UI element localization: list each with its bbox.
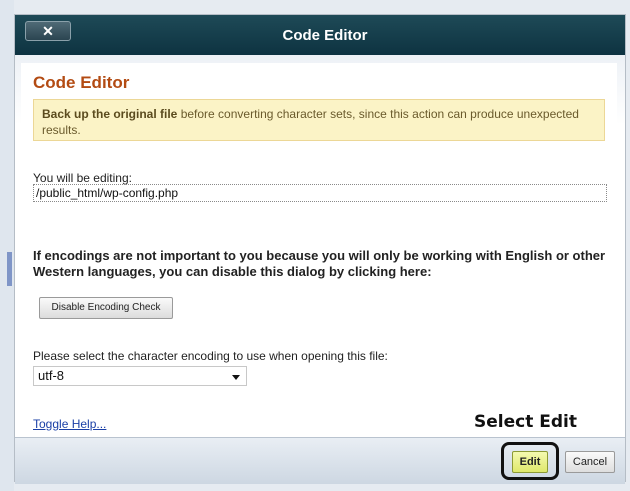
- warning-bold-text: Back up the original file: [42, 107, 178, 121]
- encoding-message: If encodings are not important to you be…: [33, 248, 606, 279]
- warning-box: Back up the original file before convert…: [33, 99, 605, 141]
- background-marker: [7, 252, 12, 286]
- select-edit-callout: Select Edit: [474, 412, 577, 432]
- dialog-title: Code Editor: [282, 26, 368, 44]
- dialog-footer: Edit Cancel: [15, 437, 625, 484]
- toggle-help-link[interactable]: Toggle Help...: [33, 417, 106, 431]
- edit-button[interactable]: Edit: [512, 451, 548, 473]
- close-icon: ✕: [42, 23, 54, 39]
- file-path-field: /public_html/wp-config.php: [33, 184, 607, 202]
- background-strip: [0, 0, 14, 491]
- encoding-select-value: utf-8: [38, 368, 65, 383]
- encoding-select[interactable]: utf-8: [33, 366, 247, 386]
- encoding-select-label: Please select the character encoding to …: [33, 349, 388, 363]
- editing-label: You will be editing:: [33, 171, 132, 185]
- dialog-titlebar: ✕ Code Editor: [15, 15, 625, 55]
- cancel-button[interactable]: Cancel: [565, 451, 615, 473]
- close-button[interactable]: ✕: [25, 21, 71, 41]
- page-title: Code Editor: [33, 73, 130, 92]
- dialog-body: Code Editor Back up the original file be…: [15, 55, 625, 437]
- chevron-down-icon: [232, 375, 240, 380]
- disable-encoding-check-button[interactable]: Disable Encoding Check: [39, 297, 173, 319]
- content-panel: Code Editor Back up the original file be…: [21, 63, 617, 431]
